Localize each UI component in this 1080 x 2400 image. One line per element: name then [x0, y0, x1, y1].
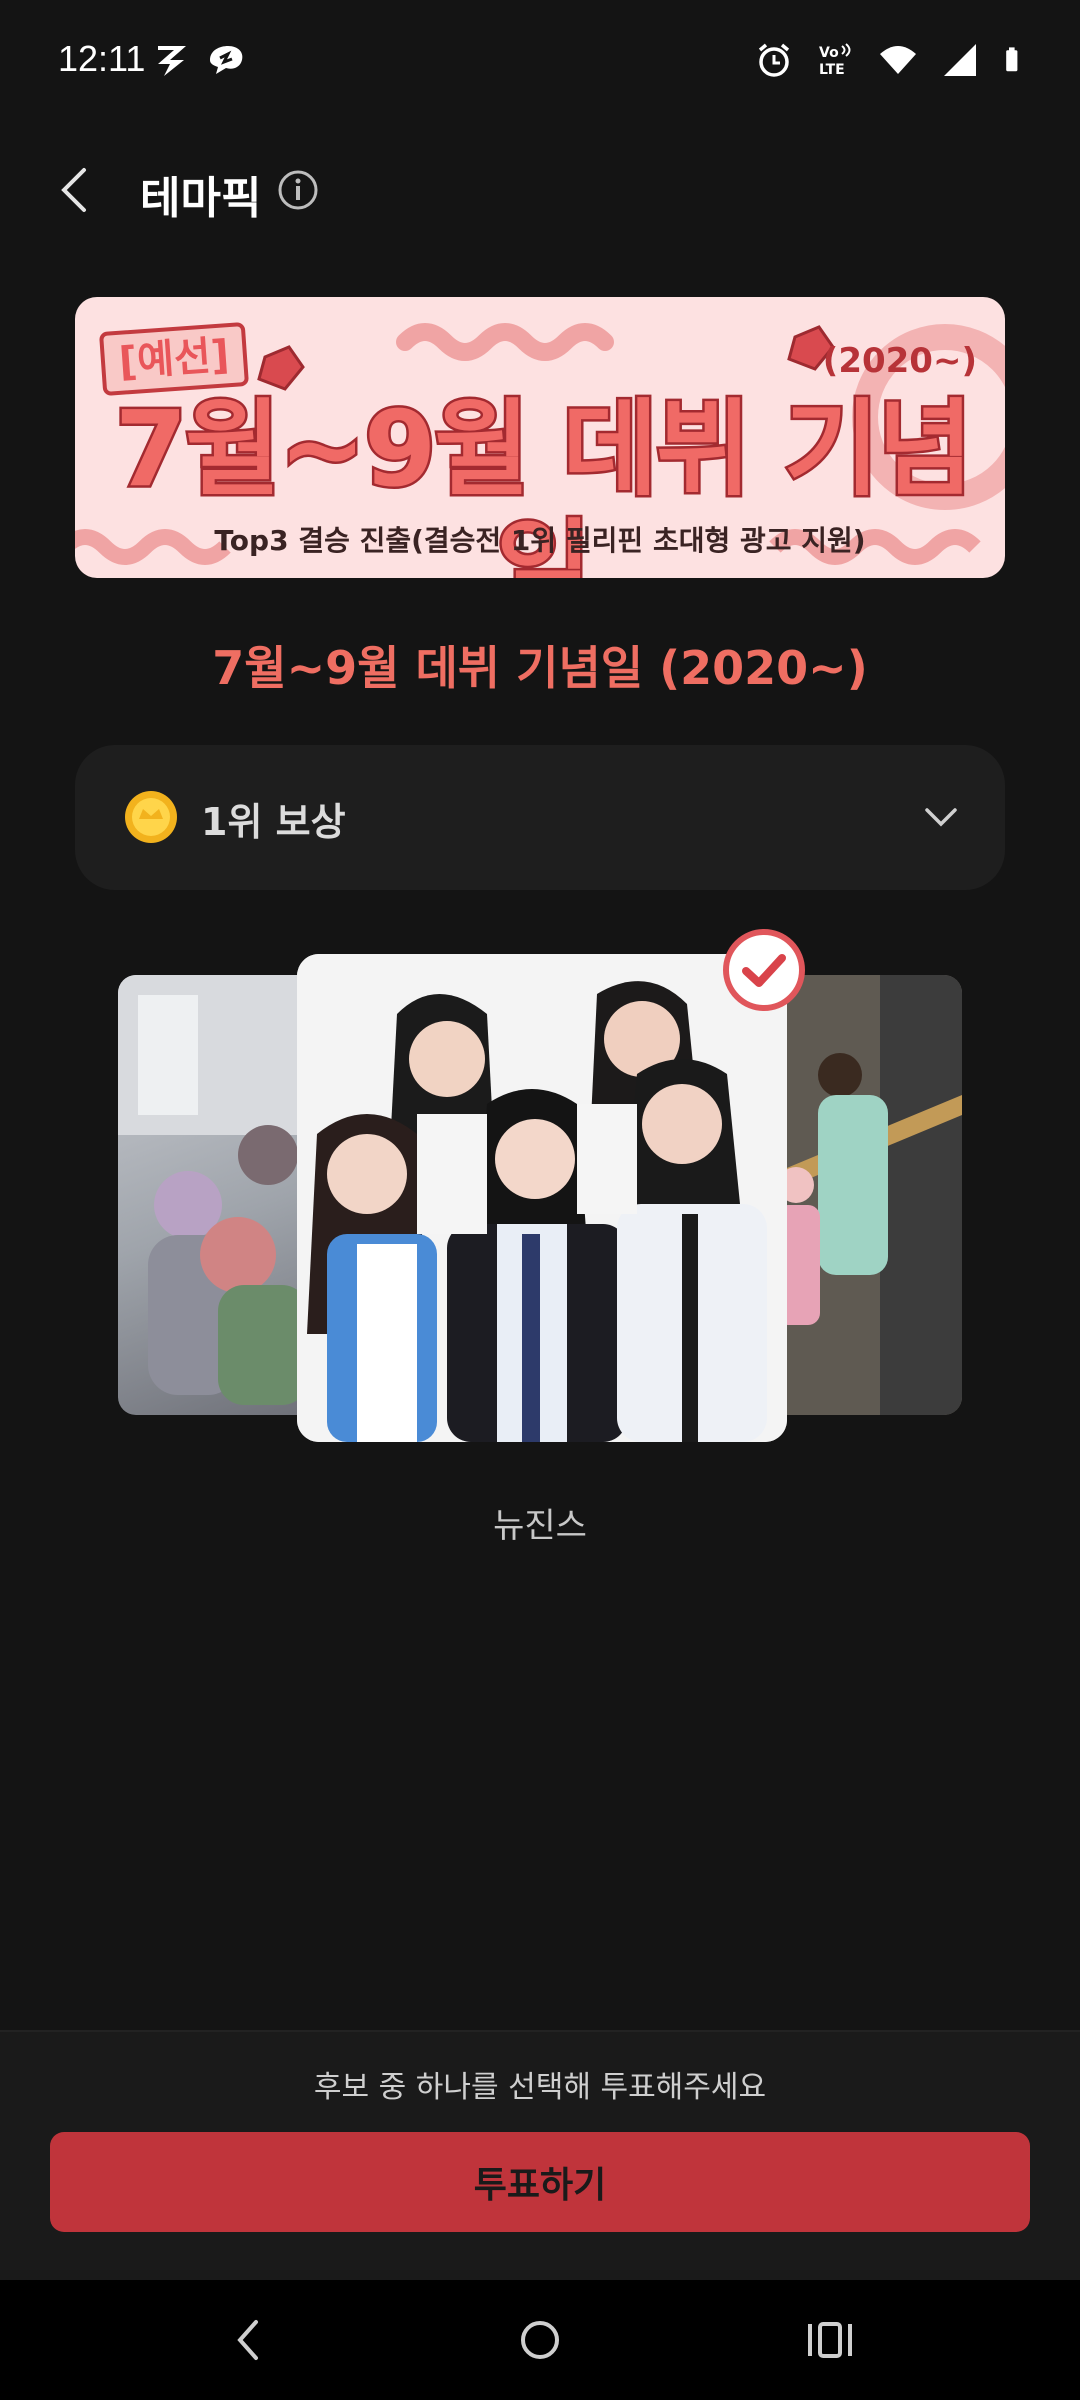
coin-icon — [125, 791, 177, 843]
theme-title: 7월~9월 데뷔 기념일 (2020~) — [212, 641, 868, 695]
status-right-icons: Vo LTE — [754, 40, 1030, 80]
chat-bubble-icon — [210, 46, 243, 74]
nav-home-icon[interactable] — [512, 2312, 568, 2368]
page-title: 테마픽 — [140, 173, 262, 224]
battery-icon — [1006, 47, 1018, 72]
status-bar: 12:11 Vo LTE — [0, 0, 1080, 125]
check-circle-icon — [723, 929, 805, 1011]
svg-text:LTE: LTE — [819, 62, 845, 78]
info-icon[interactable] — [276, 168, 320, 212]
candidate-card-previous[interactable] — [118, 975, 318, 1415]
chevron-down-icon[interactable] — [921, 797, 961, 837]
event-banner[interactable]: [예선] (2020~) 7월~9월 데뷔 기념일 Top3 결승 진출(결승전… — [75, 297, 1005, 578]
candidate-name: 뉴진스 — [493, 1506, 587, 1546]
banner-tag: [예선] — [98, 321, 250, 397]
vote-panel: 후보 중 하나를 선택해 투표해주세요 투표하기 — [0, 2030, 1080, 2282]
z-app-icon — [158, 46, 186, 76]
banner-year: (2020~) — [822, 341, 977, 381]
back-button[interactable] — [48, 162, 104, 218]
system-nav-bar — [0, 2280, 1080, 2400]
candidate-card-selected[interactable] — [297, 954, 787, 1442]
candidate-card-next[interactable] — [770, 975, 962, 1415]
vote-hint: 후보 중 하나를 선택해 투표해주세요 — [313, 2070, 767, 2105]
reward-label: 1위 보상 — [201, 800, 346, 844]
status-time: 12:11 — [58, 38, 146, 79]
header: 테마픽 — [0, 140, 1080, 240]
nav-recent-apps-icon[interactable] — [802, 2312, 858, 2368]
status-left-icons — [152, 40, 246, 80]
candidate-photo-next — [770, 975, 962, 1415]
wifi-icon — [880, 46, 916, 74]
nav-back-icon[interactable] — [222, 2312, 278, 2368]
screen: 12:11 Vo LTE 테마픽 [예선] (2020~) 7월~9월 데뷔 기… — [0, 0, 1080, 2400]
alarm-icon — [758, 43, 790, 77]
candidate-photo-selected — [297, 954, 787, 1442]
candidate-photo-previous — [118, 975, 318, 1405]
vote-button[interactable]: 투표하기 — [50, 2132, 1030, 2232]
volte-icon: Vo LTE — [819, 43, 851, 78]
reward-accordion[interactable]: 1위 보상 — [75, 745, 1005, 890]
signal-icon — [944, 44, 976, 76]
banner-subtitle: Top3 결승 진출(결승전 1위 필리핀 초대형 광고 지원) — [214, 524, 866, 557]
svg-text:Vo: Vo — [819, 45, 839, 61]
